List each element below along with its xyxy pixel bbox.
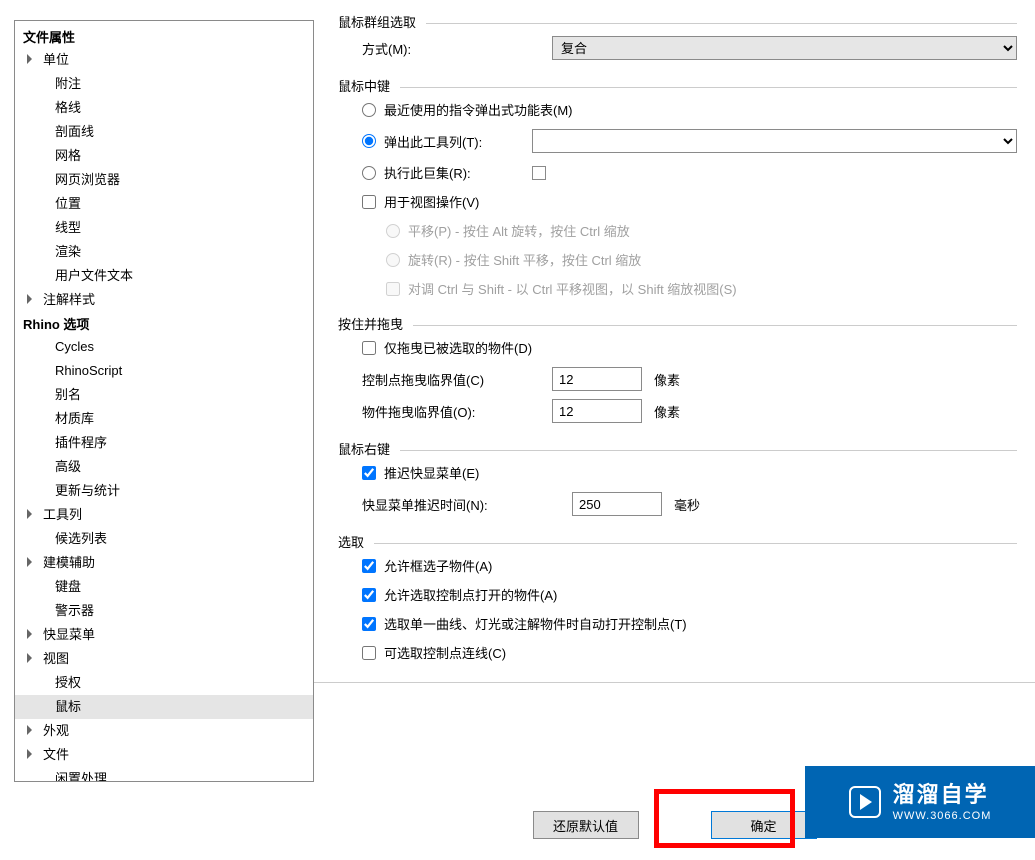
play-icon — [849, 786, 881, 818]
radio-rotate-sub — [386, 253, 400, 267]
check-allow-frame-label: 允许框选子物件(A) — [384, 556, 492, 575]
check-select-cp-line-label: 可选取控制点连线(C) — [384, 643, 506, 662]
toolbar-select[interactable] — [532, 129, 1017, 153]
unit-px-2: 像素 — [654, 402, 680, 421]
check-select-cp-line[interactable] — [362, 646, 376, 660]
group-select-title: 鼠标群组选取 — [338, 12, 426, 31]
check-auto-open[interactable] — [362, 617, 376, 631]
doc-tree-item-10[interactable]: 注解样式 — [15, 288, 313, 312]
sub-rot-label: 旋转(R) - 按住 Shift 平移，按住 Ctrl 缩放 — [408, 250, 641, 269]
check-swap-sub — [386, 282, 400, 296]
obj-threshold-label: 物件拖曳临界值(O): — [362, 402, 552, 421]
doc-tree-item-6[interactable]: 位置 — [15, 192, 313, 216]
ctrl-pt-threshold-input[interactable] — [552, 367, 642, 391]
check-delay-menu[interactable] — [362, 466, 376, 480]
radio-pan-sub — [386, 224, 400, 238]
radio-toolbar-label: 弹出此工具列(T): — [384, 132, 524, 151]
unit-ms: 毫秒 — [674, 495, 700, 514]
rhino-tree-item-16[interactable]: 外观 — [15, 719, 313, 743]
check-auto-open-label: 选取单一曲线、灯光或注解物件时自动打开控制点(T) — [384, 614, 687, 633]
tree-header-rhino: Rhino 选项 — [15, 312, 313, 335]
rhino-tree-item-2[interactable]: 别名 — [15, 383, 313, 407]
doc-tree-item-0[interactable]: 单位 — [15, 48, 313, 72]
doc-tree-item-3[interactable]: 剖面线 — [15, 120, 313, 144]
macro-input[interactable] — [532, 166, 546, 180]
doc-tree-item-9[interactable]: 用户文件文本 — [15, 264, 313, 288]
watermark-url: WWW.3066.COM — [893, 809, 992, 823]
doc-tree-item-8[interactable]: 渲染 — [15, 240, 313, 264]
delay-time-input[interactable] — [572, 492, 662, 516]
check-allow-frame[interactable] — [362, 559, 376, 573]
sub-swap-label: 对调 Ctrl 与 Shift - 以 Ctrl 平移视图，以 Shift 缩放… — [408, 279, 737, 298]
group-middle-title: 鼠标中键 — [338, 76, 400, 95]
rhino-tree-item-0[interactable]: Cycles — [15, 335, 313, 359]
obj-threshold-input[interactable] — [552, 399, 642, 423]
rhino-tree-item-8[interactable]: 候选列表 — [15, 527, 313, 551]
ctrl-pt-threshold-label: 控制点拖曳临界值(C) — [362, 370, 552, 389]
check-allow-cp[interactable] — [362, 588, 376, 602]
group-selection-title: 选取 — [338, 532, 374, 551]
delay-time-label: 快显菜单推迟时间(N): — [362, 495, 572, 514]
radio-recent-label: 最近使用的指令弹出式功能表(M) — [384, 100, 573, 119]
rhino-tree-item-1[interactable]: RhinoScript — [15, 359, 313, 383]
check-drag-selected-label: 仅拖曳已被选取的物件(D) — [384, 338, 532, 357]
unit-px-1: 像素 — [654, 370, 680, 389]
rhino-tree-item-4[interactable]: 插件程序 — [15, 431, 313, 455]
reset-defaults-button[interactable]: 还原默认值 — [533, 811, 639, 839]
rhino-tree-item-10[interactable]: 键盘 — [15, 575, 313, 599]
ok-button[interactable]: 确定 — [711, 811, 817, 839]
check-allow-cp-label: 允许选取控制点打开的物件(A) — [384, 585, 557, 604]
doc-tree-item-4[interactable]: 网格 — [15, 144, 313, 168]
check-drag-selected[interactable] — [362, 341, 376, 355]
rhino-tree-item-3[interactable]: 材质库 — [15, 407, 313, 431]
rhino-tree-item-13[interactable]: 视图 — [15, 647, 313, 671]
rhino-tree-item-9[interactable]: 建模辅助 — [15, 551, 313, 575]
check-view-operation[interactable] — [362, 195, 376, 209]
options-tree[interactable]: 文件属性 单位附注格线剖面线网格网页浏览器位置线型渲染用户文件文本注解样式 Rh… — [14, 20, 314, 782]
method-select[interactable]: 复合 — [552, 36, 1017, 60]
options-panel: 鼠标群组选取 方式(M): 复合 鼠标中键 最近使用的指令弹出式功能表(M) — [314, 0, 1035, 860]
rhino-tree-item-12[interactable]: 快显菜单 — [15, 623, 313, 647]
rhino-tree-item-15[interactable]: 鼠标 — [15, 695, 313, 719]
tree-header-doc: 文件属性 — [15, 25, 313, 48]
rhino-tree-item-14[interactable]: 授权 — [15, 671, 313, 695]
rhino-tree-item-11[interactable]: 警示器 — [15, 599, 313, 623]
sub-pan-label: 平移(P) - 按住 Alt 旋转，按住 Ctrl 缩放 — [408, 221, 630, 240]
radio-popup-toolbar[interactable] — [362, 134, 376, 148]
rhino-tree-item-7[interactable]: 工具列 — [15, 503, 313, 527]
radio-run-macro[interactable] — [362, 166, 376, 180]
watermark-logo: 溜溜自学 WWW.3066.COM — [805, 766, 1035, 838]
check-viewop-label: 用于视图操作(V) — [384, 192, 479, 211]
doc-tree-item-5[interactable]: 网页浏览器 — [15, 168, 313, 192]
radio-macro-label: 执行此巨集(R): — [384, 163, 524, 182]
doc-tree-item-1[interactable]: 附注 — [15, 72, 313, 96]
method-label: 方式(M): — [362, 39, 552, 58]
group-drag-title: 按住并拖曳 — [338, 314, 413, 333]
check-delay-menu-label: 推迟快显菜单(E) — [384, 463, 479, 482]
watermark-name: 溜溜自学 — [893, 781, 992, 810]
doc-tree-item-2[interactable]: 格线 — [15, 96, 313, 120]
doc-tree-item-7[interactable]: 线型 — [15, 216, 313, 240]
rhino-tree-item-6[interactable]: 更新与统计 — [15, 479, 313, 503]
radio-recent-commands[interactable] — [362, 103, 376, 117]
group-right-title: 鼠标右键 — [338, 439, 400, 458]
rhino-tree-item-18[interactable]: 闲置处理 — [15, 767, 313, 782]
rhino-tree-item-5[interactable]: 高级 — [15, 455, 313, 479]
rhino-tree-item-17[interactable]: 文件 — [15, 743, 313, 767]
